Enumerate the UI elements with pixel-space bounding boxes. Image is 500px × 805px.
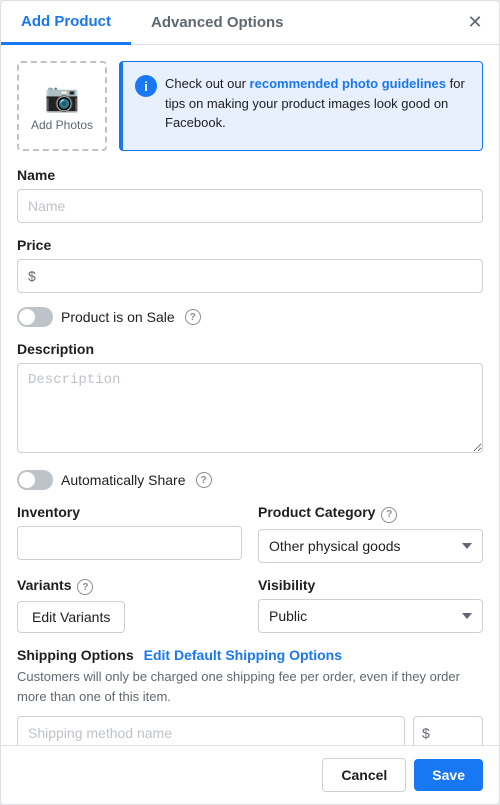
auto-share-toggle-row: Automatically Share ? (17, 470, 483, 490)
shipping-input-row: $ 0 (17, 716, 483, 745)
price-currency: $ (28, 268, 36, 284)
sale-toggle[interactable] (17, 307, 53, 327)
category-col: Product Category ? Other physical goods … (258, 504, 483, 563)
cancel-button[interactable]: Cancel (322, 758, 406, 792)
edit-shipping-link[interactable]: Edit Default Shipping Options (144, 647, 342, 663)
price-field-group: Price $ 1 (17, 237, 483, 293)
category-info-icon[interactable]: ? (381, 507, 397, 523)
tab-bar: Add Product Advanced Options ✕ (1, 1, 499, 45)
save-button[interactable]: Save (414, 759, 483, 791)
modal-footer: Cancel Save (1, 745, 499, 804)
price-input[interactable]: 1 (40, 260, 472, 292)
variants-visibility-row: Variants ? Edit Variants Visibility Publ… (17, 577, 483, 634)
shipping-method-input[interactable] (17, 716, 405, 745)
info-banner: i Check out our recommended photo guidel… (119, 61, 483, 151)
description-label: Description (17, 341, 483, 357)
price-label: Price (17, 237, 483, 253)
auto-share-info-icon[interactable]: ? (196, 472, 212, 488)
description-input[interactable] (17, 363, 483, 453)
shipping-currency: $ (422, 725, 430, 741)
shipping-header: Shipping Options Edit Default Shipping O… (17, 647, 483, 663)
name-field-group: Name (17, 167, 483, 223)
photo-info-row: 📷 Add Photos i Check out our recommended… (17, 61, 483, 151)
variants-label-text: Variants (17, 577, 71, 593)
info-text-before: Check out our (165, 76, 250, 91)
variants-label: Variants ? (17, 577, 242, 596)
info-text: Check out our recommended photo guidelin… (165, 74, 470, 133)
auto-share-toggle[interactable] (17, 470, 53, 490)
variants-info-icon[interactable]: ? (77, 579, 93, 595)
inventory-category-row: Inventory 1 Product Category ? Other phy… (17, 504, 483, 563)
shipping-title: Shipping Options (17, 647, 134, 663)
info-icon: i (135, 75, 157, 97)
category-label: Product Category ? (258, 504, 483, 523)
tab-add-product[interactable]: Add Product (1, 1, 131, 45)
photo-guidelines-link[interactable]: recommended photo guidelines (250, 76, 446, 91)
shipping-description: Customers will only be charged one shipp… (17, 667, 483, 706)
edit-variants-button[interactable]: Edit Variants (17, 601, 125, 633)
visibility-select[interactable]: Public Friends Only Me (258, 599, 483, 633)
shipping-section: Shipping Options Edit Default Shipping O… (17, 647, 483, 745)
category-select[interactable]: Other physical goods Clothing Electronic… (258, 529, 483, 563)
shipping-price-wrapper: $ 0 (413, 716, 483, 745)
variants-col: Variants ? Edit Variants (17, 577, 242, 634)
inventory-col: Inventory 1 (17, 504, 242, 563)
sale-toggle-row: Product is on Sale ? (17, 307, 483, 327)
category-label-text: Product Category (258, 504, 375, 520)
modal-dialog: Add Product Advanced Options ✕ 📷 Add Pho… (0, 0, 500, 805)
name-label: Name (17, 167, 483, 183)
description-field-group: Description (17, 341, 483, 456)
photo-icon: 📷 (45, 81, 80, 114)
price-input-wrapper: $ 1 (17, 259, 483, 293)
sale-toggle-label: Product is on Sale (61, 309, 175, 325)
visibility-label: Visibility (258, 577, 483, 593)
inventory-label: Inventory (17, 504, 242, 520)
close-button[interactable]: ✕ (463, 11, 487, 35)
add-photos-button[interactable]: 📷 Add Photos (17, 61, 107, 151)
tab-advanced-options[interactable]: Advanced Options (131, 2, 304, 43)
add-photos-label: Add Photos (31, 118, 93, 132)
shipping-price-input[interactable]: 0 (432, 717, 474, 745)
auto-share-label: Automatically Share (61, 472, 186, 488)
name-input[interactable] (17, 189, 483, 223)
sale-info-icon[interactable]: ? (185, 309, 201, 325)
modal-content: 📷 Add Photos i Check out our recommended… (1, 45, 499, 745)
inventory-input[interactable]: 1 (17, 526, 242, 560)
visibility-col: Visibility Public Friends Only Me (258, 577, 483, 634)
